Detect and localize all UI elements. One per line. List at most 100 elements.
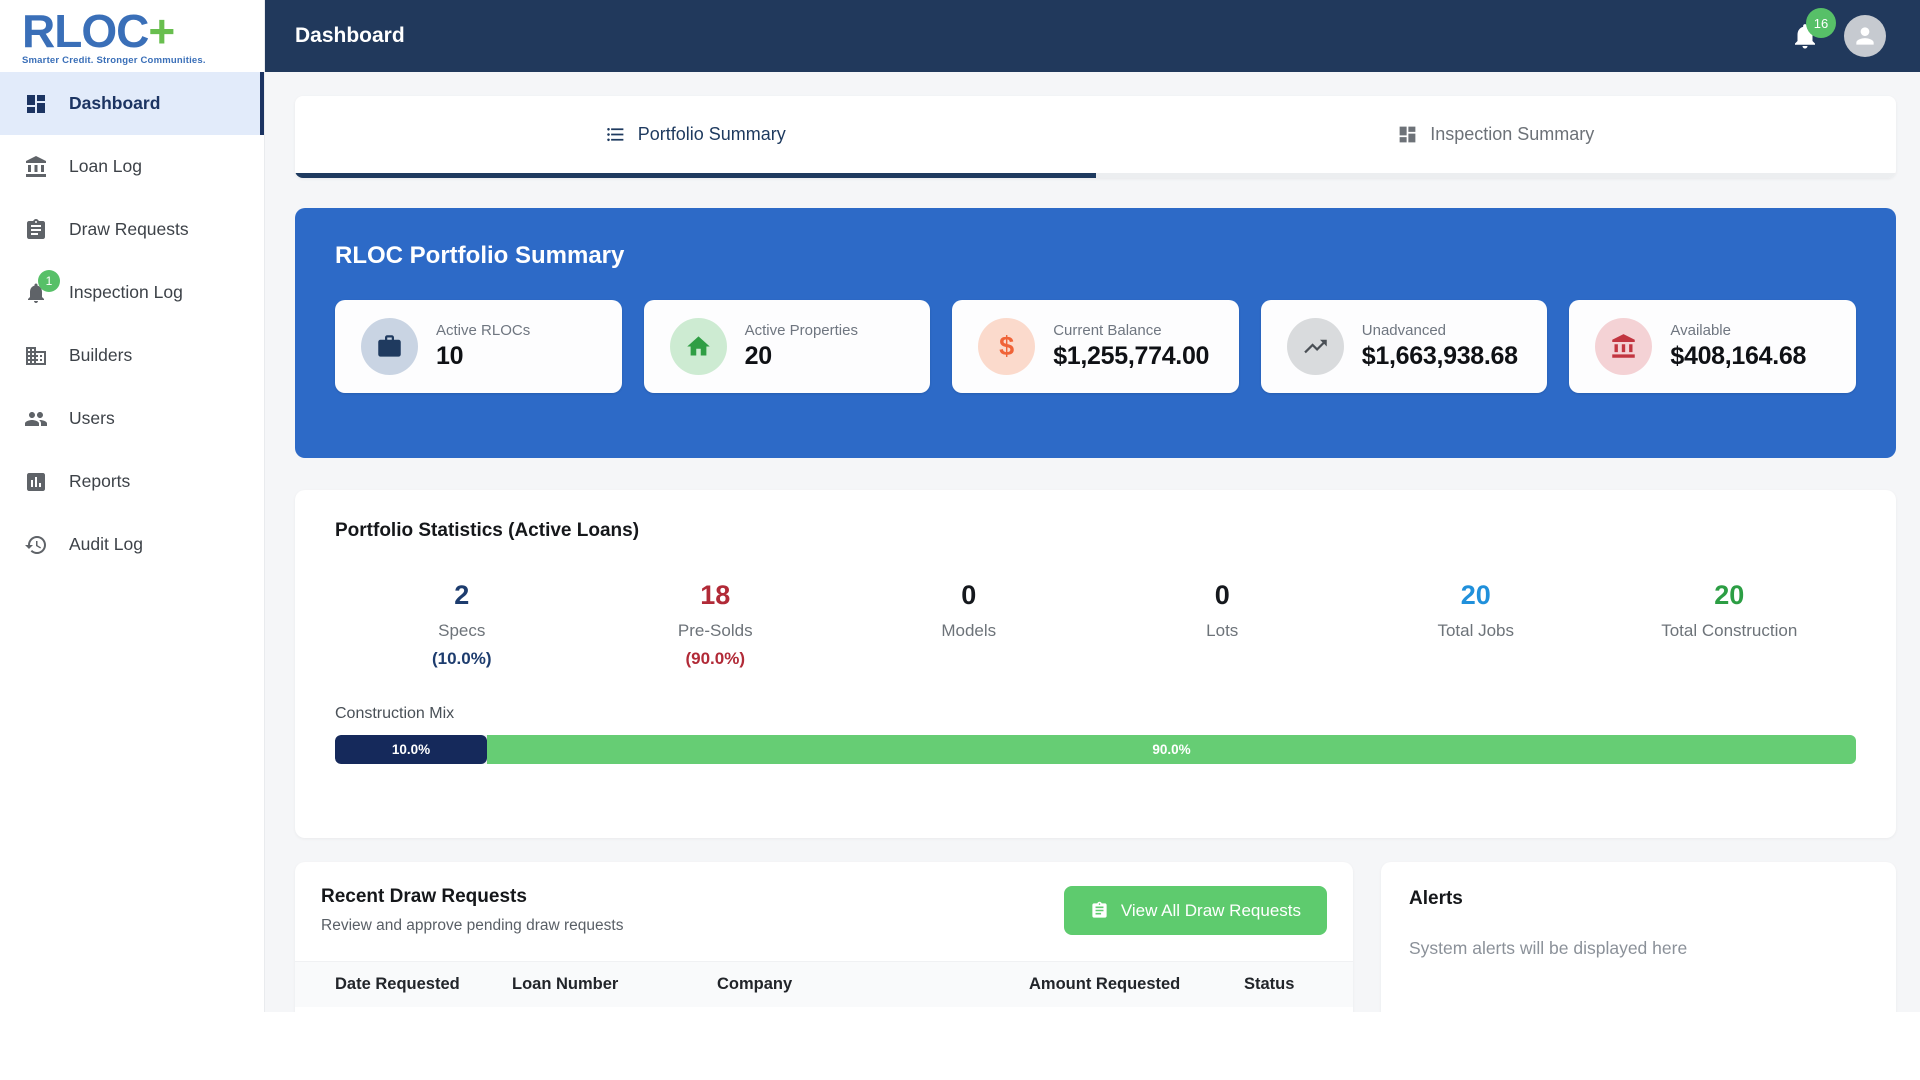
stat-lots: 0 Lots: [1096, 580, 1350, 669]
stat-value: 10: [436, 342, 530, 371]
brand-name: RLOC+: [22, 8, 264, 54]
stat-number: 2: [335, 580, 589, 611]
topbar: Dashboard 16: [265, 0, 1920, 72]
brand-logo: RLOC+ Smarter Credit. Stronger Communiti…: [0, 0, 264, 72]
portfolio-statistics-row: 2 Specs (10.0%) 18 Pre-Solds (90.0%) 0 M…: [335, 580, 1856, 669]
draw-requests-header: Recent Draw Requests Review and approve …: [295, 886, 1353, 935]
stat-card-unadvanced: Unadvanced $1,663,938.68: [1261, 300, 1548, 393]
stat-pre-solds: 18 Pre-Solds (90.0%): [589, 580, 843, 669]
tab-portfolio-summary[interactable]: Portfolio Summary: [295, 96, 1096, 178]
construction-mix-label: Construction Mix: [335, 705, 1856, 723]
stat-number: 0: [842, 580, 1096, 611]
sidebar-item-label: Dashboard: [69, 93, 160, 114]
stat-percent: (90.0%): [589, 649, 843, 669]
column-header-amount-requested: Amount Requested: [1029, 975, 1244, 994]
sidebar-item-builders[interactable]: Builders: [0, 324, 264, 387]
stat-percent: [842, 649, 1096, 669]
stat-caption: Models: [842, 621, 1096, 641]
home-icon: [670, 318, 727, 375]
sidebar-item-label: Audit Log: [69, 534, 143, 555]
main-area: Dashboard 16 Portfolio Summary: [265, 0, 1920, 1012]
portfolio-summary-title: RLOC Portfolio Summary: [335, 242, 1856, 270]
stat-percent: (10.0%): [335, 649, 589, 669]
person-icon: [1852, 23, 1878, 49]
briefcase-icon: [361, 318, 418, 375]
portfolio-statistics-card: Portfolio Statistics (Active Loans) 2 Sp…: [295, 490, 1896, 838]
dashboard-grid-icon: [24, 92, 48, 116]
construction-mix-bar: 10.0% 90.0%: [335, 735, 1856, 764]
stat-number: 0: [1096, 580, 1350, 611]
draw-requests-title: Recent Draw Requests: [321, 886, 623, 908]
stat-number: 20: [1349, 580, 1603, 611]
notification-count-badge: 16: [1806, 8, 1836, 38]
tab-inspection-summary[interactable]: Inspection Summary: [1096, 96, 1897, 178]
stat-label: Available: [1670, 322, 1806, 339]
stat-caption: Specs: [335, 621, 589, 641]
stat-label: Active Properties: [745, 322, 858, 339]
button-label: View All Draw Requests: [1121, 901, 1301, 921]
stat-percent: [1096, 649, 1350, 669]
sidebar-item-dashboard[interactable]: Dashboard: [0, 72, 264, 135]
stat-number: 20: [1603, 580, 1857, 611]
draw-requests-subtitle: Review and approve pending draw requests: [321, 917, 623, 935]
stat-card-current-balance: $ Current Balance $1,255,774.00: [952, 300, 1239, 393]
tab-label: Portfolio Summary: [638, 124, 786, 145]
bottom-row: Recent Draw Requests Review and approve …: [295, 862, 1896, 1012]
notifications-button[interactable]: 16: [1790, 21, 1820, 51]
grid-icon: [1397, 124, 1418, 145]
summary-tabs: Portfolio Summary Inspection Summary: [295, 96, 1896, 178]
list-icon: [605, 124, 626, 145]
sidebar-item-label: Builders: [69, 345, 132, 366]
bell-icon: 1: [24, 281, 48, 305]
user-avatar[interactable]: [1844, 15, 1886, 57]
sidebar-item-label: Reports: [69, 471, 130, 492]
sidebar-item-audit-log[interactable]: Audit Log: [0, 513, 264, 576]
sidebar-nav: Dashboard Loan Log Draw Requests 1 Inspe…: [0, 72, 264, 576]
portfolio-stat-cards: Active RLOCs 10 Active Properties 20 $ C…: [335, 300, 1856, 393]
stat-specs: 2 Specs (10.0%): [335, 580, 589, 669]
page-title: Dashboard: [295, 24, 405, 48]
construction-mix-segment-specs: 10.0%: [335, 735, 487, 764]
recent-draw-requests-card: Recent Draw Requests Review and approve …: [295, 862, 1353, 1012]
clipboard-icon: [24, 218, 48, 242]
view-all-draw-requests-button[interactable]: View All Draw Requests: [1064, 886, 1327, 935]
sidebar-item-label: Inspection Log: [69, 282, 183, 303]
stat-label: Unadvanced: [1362, 322, 1518, 339]
dollar-icon: $: [978, 318, 1035, 375]
stat-label: Active RLOCs: [436, 322, 530, 339]
bank-icon: [1595, 318, 1652, 375]
column-header-loan-number: Loan Number: [512, 975, 717, 994]
stat-caption: Total Construction: [1603, 621, 1857, 641]
app-root: RLOC+ Smarter Credit. Stronger Communiti…: [0, 0, 1920, 1012]
stat-card-active-properties: Active Properties 20: [644, 300, 931, 393]
construction-mix-segment-presolds: 90.0%: [487, 735, 1856, 764]
trending-up-icon: [1287, 318, 1344, 375]
sidebar-item-users[interactable]: Users: [0, 387, 264, 450]
stat-caption: Total Jobs: [1349, 621, 1603, 641]
brand-name-text: RLOC: [22, 5, 148, 57]
sidebar-item-draw-requests[interactable]: Draw Requests: [0, 198, 264, 261]
portfolio-statistics-title: Portfolio Statistics (Active Loans): [335, 520, 1856, 542]
users-icon: [24, 407, 48, 431]
sidebar-item-reports[interactable]: Reports: [0, 450, 264, 513]
alerts-card: Alerts System alerts will be displayed h…: [1381, 862, 1896, 1012]
building-icon: [24, 344, 48, 368]
topbar-actions: 16: [1790, 15, 1886, 57]
stat-percent: [1603, 649, 1857, 669]
sidebar-item-inspection-log[interactable]: 1 Inspection Log: [0, 261, 264, 324]
stat-value: $1,663,938.68: [1362, 342, 1518, 371]
rloc-portfolio-summary-card: RLOC Portfolio Summary Active RLOCs 10 A…: [295, 208, 1896, 458]
column-header-status: Status: [1244, 975, 1353, 994]
sidebar-item-loan-log[interactable]: Loan Log: [0, 135, 264, 198]
tab-label: Inspection Summary: [1430, 124, 1594, 145]
column-header-date-requested: Date Requested: [335, 975, 512, 994]
content: Portfolio Summary Inspection Summary RLO…: [265, 72, 1920, 1012]
stat-label: Current Balance: [1053, 322, 1209, 339]
bar-chart-icon: [24, 470, 48, 494]
bank-icon: [24, 155, 48, 179]
sidebar-item-label: Users: [69, 408, 115, 429]
inspection-log-badge: 1: [38, 270, 60, 292]
column-header-company: Company: [717, 975, 1029, 994]
stat-value: $408,164.68: [1670, 342, 1806, 371]
brand-tagline: Smarter Credit. Stronger Communities.: [22, 55, 264, 66]
